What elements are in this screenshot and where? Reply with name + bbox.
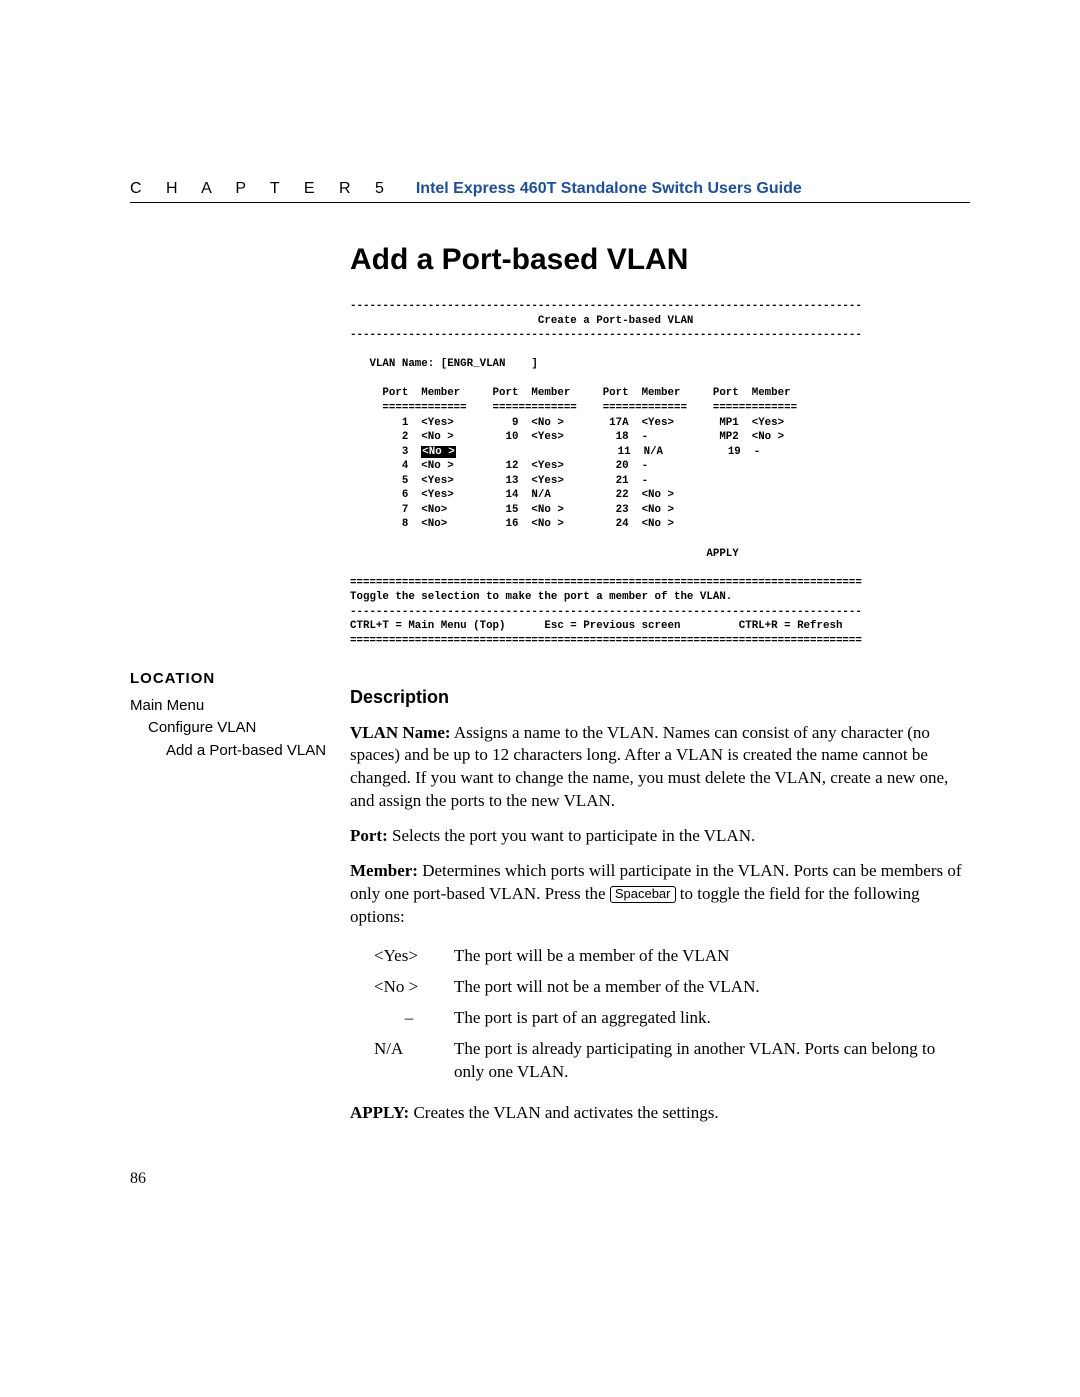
opt-key: <Yes>: [374, 941, 454, 972]
label-apply: APPLY:: [350, 1103, 409, 1122]
opt-val: The port will be a member of the VLAN: [454, 941, 970, 972]
highlighted-cell: <No >: [421, 446, 455, 458]
opt-key: N/A: [374, 1034, 454, 1088]
label-vlan-name: VLAN Name:: [350, 723, 451, 742]
desc-vlan-name: VLAN Name: Assigns a name to the VLAN. N…: [350, 722, 970, 814]
chapter-header: C H A P T E R 5 Intel Express 460T Stand…: [130, 180, 970, 203]
desc-apply: APPLY: Creates the VLAN and activates th…: [350, 1102, 970, 1125]
opt-key: –: [374, 1003, 454, 1034]
desc-member: Member: Determines which ports will part…: [350, 860, 970, 929]
label-port: Port:: [350, 826, 388, 845]
terminal-screenshot: ----------------------------------------…: [350, 299, 970, 649]
key-spacebar: Spacebar: [610, 886, 676, 903]
page-number: 86: [130, 1170, 146, 1188]
location-heading: LOCATION: [130, 668, 350, 691]
page-title: Add a Port-based VLAN: [350, 243, 970, 277]
table-row: – The port is part of an aggregated link…: [374, 1003, 970, 1034]
table-row: N/A The port is already participating in…: [374, 1034, 970, 1088]
opt-val: The port is part of an aggregated link.: [454, 1003, 970, 1034]
text-port: Selects the port you want to participate…: [388, 826, 755, 845]
description-body: VLAN Name: Assigns a name to the VLAN. N…: [350, 722, 970, 1125]
chapter-label: C H A P T E R 5: [130, 180, 394, 197]
label-member: Member:: [350, 861, 418, 880]
member-options-table: <Yes> The port will be a member of the V…: [374, 941, 970, 1088]
location-level-3: Add a Port-based VLAN: [130, 740, 350, 763]
guide-title: Intel Express 460T Standalone Switch Use…: [416, 180, 802, 197]
opt-key: <No >: [374, 972, 454, 1003]
table-row: <Yes> The port will be a member of the V…: [374, 941, 970, 972]
opt-val: The port is already participating in ano…: [454, 1034, 970, 1088]
description-heading: Description: [350, 687, 970, 708]
location-level-1: Main Menu: [130, 695, 350, 718]
text-apply: Creates the VLAN and activates the setti…: [409, 1103, 718, 1122]
table-row: <No > The port will not be a member of t…: [374, 972, 970, 1003]
location-sidebar: LOCATION Main Menu Configure VLAN Add a …: [130, 243, 350, 762]
desc-port: Port: Selects the port you want to parti…: [350, 825, 970, 848]
location-level-2: Configure VLAN: [130, 717, 350, 740]
opt-val: The port will not be a member of the VLA…: [454, 972, 970, 1003]
